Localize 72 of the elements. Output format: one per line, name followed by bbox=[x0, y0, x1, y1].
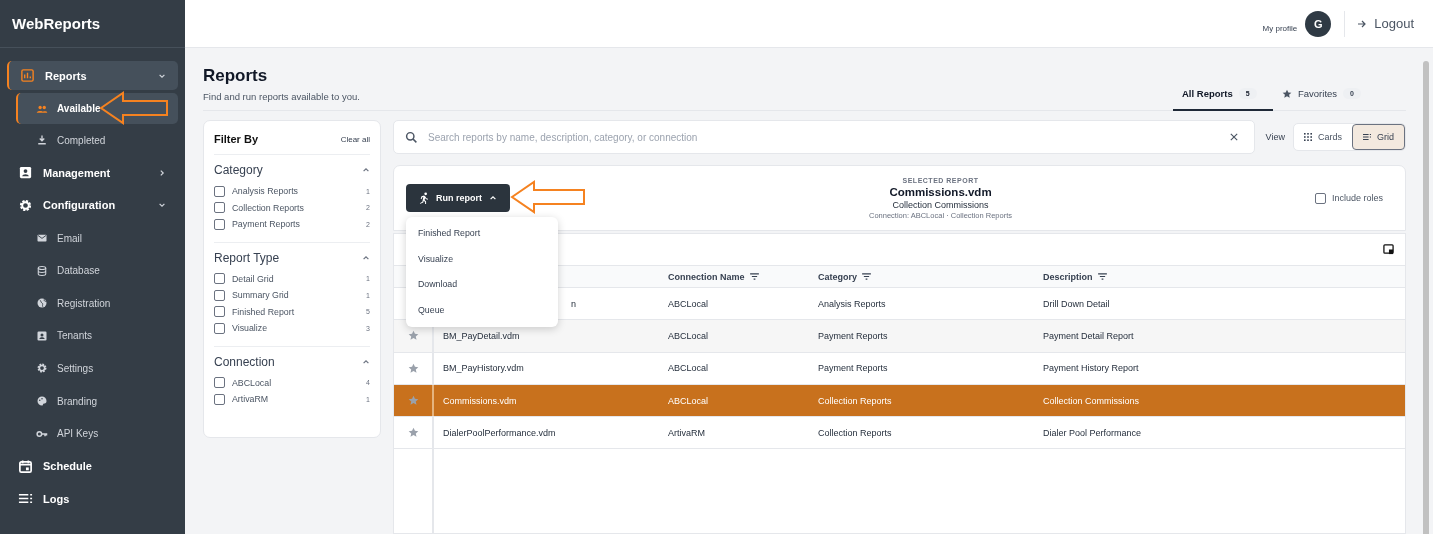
filter-option-label: Visualize bbox=[232, 323, 269, 334]
table-cell: Collection Commissions bbox=[1043, 395, 1140, 406]
filter-option-label: Finished Report bbox=[232, 306, 296, 317]
include-roles-label: Include roles bbox=[1332, 193, 1384, 203]
table-cell: ArtivaRM bbox=[668, 427, 705, 438]
nav-item[interactable]: API Keys bbox=[16, 417, 178, 450]
nav-item[interactable]: Branding bbox=[16, 384, 178, 418]
view-toggle[interactable]: Grid bbox=[1352, 124, 1405, 150]
run-report-button[interactable]: Run report bbox=[406, 184, 510, 212]
table-row[interactable]: Commissions.vdm ABCLocal Collection Reports Collection Commissions bbox=[394, 384, 1405, 418]
table-cell: n bbox=[571, 298, 576, 309]
filter-title: Filter By bbox=[214, 133, 258, 145]
nav-item[interactable]: Registration bbox=[16, 286, 178, 320]
menu-item[interactable]: Queue bbox=[406, 297, 558, 323]
nav-item[interactable]: Email bbox=[16, 221, 178, 255]
table-row[interactable]: BM_PayDetail.vdm ABCLocal Payment Reports Payment Detail Report bbox=[394, 320, 1405, 353]
column-header[interactable]: Description bbox=[1043, 271, 1093, 282]
nav-item[interactable]: Configuration bbox=[7, 189, 178, 222]
table-cell: Payment History Report bbox=[1043, 363, 1139, 374]
nav-item[interactable]: Tenants bbox=[16, 319, 178, 353]
clear-all-link[interactable]: Clear all bbox=[340, 134, 370, 144]
view-toggle[interactable]: Cards bbox=[1293, 124, 1352, 150]
nav-item[interactable]: Logs bbox=[7, 482, 178, 516]
filter-group-title: Connection bbox=[214, 354, 275, 369]
selected-report-description: Collection Commissions bbox=[891, 199, 990, 210]
table-cell: Collection Reports bbox=[818, 395, 892, 406]
filter-group-title: Report Type bbox=[214, 250, 280, 265]
table-cell: BM_PayDetail.vdm bbox=[443, 330, 520, 341]
filter-option-label: ArtivaRM bbox=[232, 394, 270, 405]
table-cell: Payment Reports bbox=[818, 363, 888, 374]
table-cell: ABCLocal bbox=[668, 330, 709, 341]
nav-item[interactable]: Settings bbox=[16, 352, 178, 385]
filter-option-label: Collection Reports bbox=[232, 202, 305, 213]
table-row[interactable]: BM_PayHistory.vdm ABCLocal Payment Reports Payment History Report bbox=[394, 352, 1405, 385]
table-cell: DialerPoolPerformance.vdm bbox=[443, 427, 556, 438]
avatar[interactable]: G bbox=[1305, 10, 1332, 37]
nav-item[interactable]: Database bbox=[16, 254, 178, 287]
table-cell: Commissions.vdm bbox=[443, 395, 517, 406]
nav-item[interactable]: Schedule bbox=[7, 449, 178, 483]
filter-group-title: Category bbox=[214, 163, 263, 177]
table-cell: Drill Down Detail bbox=[1043, 298, 1110, 309]
profile-link[interactable]: My profile bbox=[1262, 24, 1298, 33]
filter-option-label: ABCLocal bbox=[232, 377, 273, 388]
view-label: View bbox=[1265, 132, 1285, 142]
menu-item[interactable]: Finished Report bbox=[406, 221, 558, 247]
menu-item[interactable]: Visualize bbox=[406, 246, 558, 272]
table-cell: ABCLocal bbox=[668, 363, 709, 374]
filter-option-label: Payment Reports bbox=[232, 219, 301, 230]
table-cell: ABCLocal bbox=[668, 395, 709, 406]
filter-option-label: Detail Grid bbox=[232, 273, 275, 284]
table-cell: Payment Reports bbox=[818, 330, 888, 341]
table-cell: Dialer Pool Performance bbox=[1043, 427, 1142, 438]
selected-report-name: Commissions.vdm bbox=[888, 185, 993, 198]
search-field[interactable]: Search reports by name, description, category, or connection bbox=[393, 120, 1255, 154]
nav-item[interactable]: Reports bbox=[7, 61, 178, 90]
filter-option-label: Analysis Reports bbox=[232, 186, 299, 197]
table-cell: BM_PayHistory.vdm bbox=[443, 363, 524, 374]
nav-item[interactable]: Available bbox=[16, 93, 178, 124]
column-header[interactable]: Connection Name bbox=[668, 271, 745, 282]
table-cell: Analysis Reports bbox=[818, 298, 886, 309]
table-cell: ABCLocal bbox=[668, 298, 709, 309]
column-header[interactable]: Category bbox=[818, 271, 857, 282]
nav-item[interactable]: Completed bbox=[16, 124, 178, 157]
search-input[interactable]: Search reports by name, description, category, or connection bbox=[426, 130, 1222, 144]
filter-option-label: Summary Grid bbox=[232, 290, 290, 301]
table-cell: Collection Reports bbox=[818, 427, 892, 438]
nav-item[interactable]: Management bbox=[7, 156, 178, 190]
logout-button[interactable]: Logout bbox=[1357, 16, 1414, 31]
table-row[interactable]: DialerPoolPerformance.vdm ArtivaRM Collection Reports Dialer Pool Performance bbox=[394, 417, 1405, 450]
page-subtitle: Find and run reports available to you. bbox=[203, 91, 360, 102]
table-cell: Payment Detail Report bbox=[1043, 330, 1134, 341]
page-title: Reports bbox=[203, 66, 269, 86]
